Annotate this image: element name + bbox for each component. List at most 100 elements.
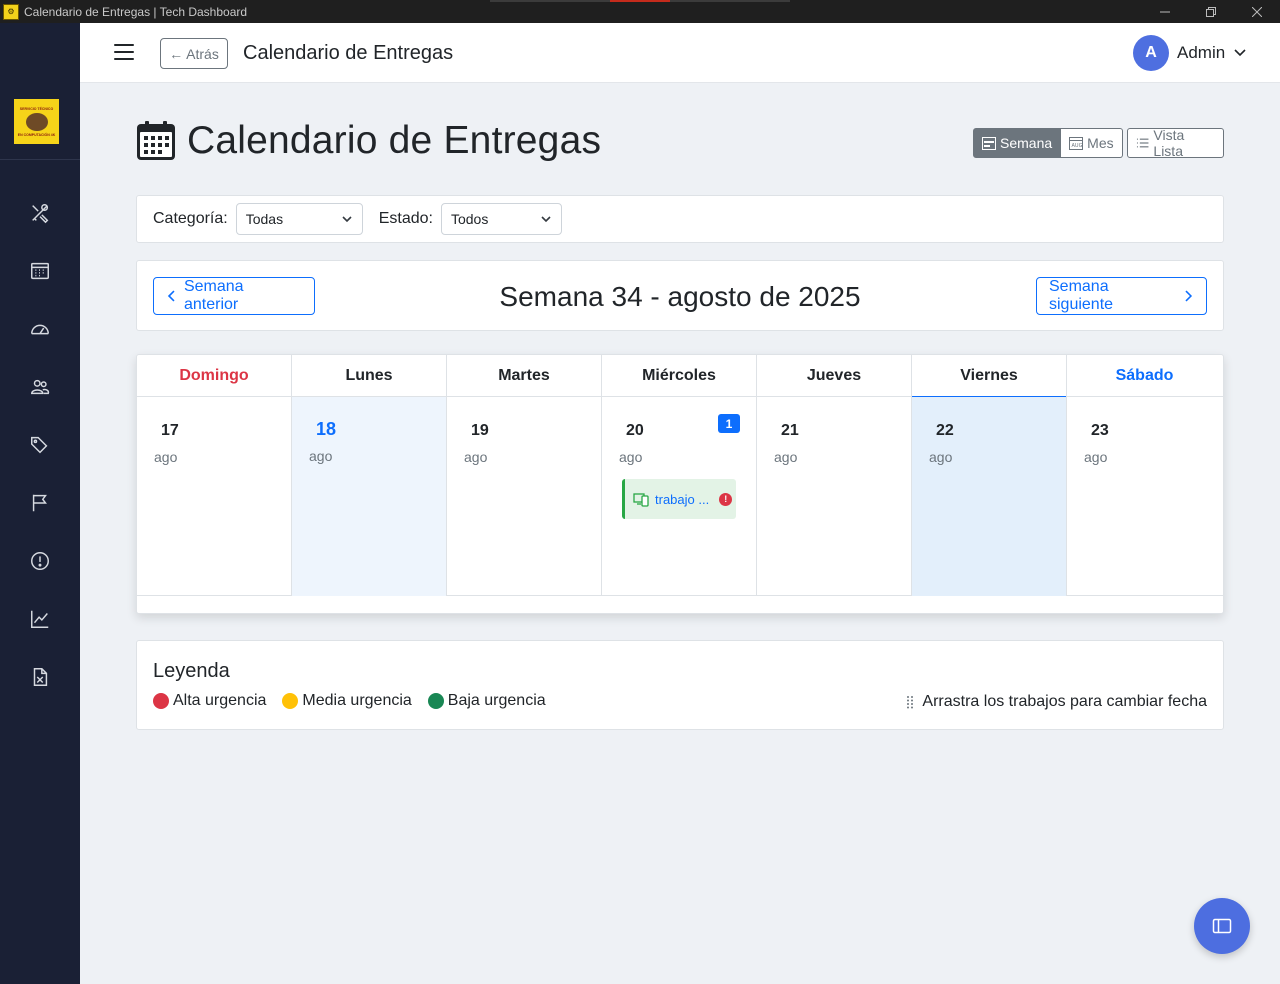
- brand-logo[interactable]: SERVICIO TÉCNICO EN COMPUTACIÓN 4K: [14, 99, 59, 144]
- window-titlebar: ⚙ Calendario de Entregas | Tech Dashboar…: [0, 0, 1280, 23]
- sidebar-item-status[interactable]: [20, 483, 60, 523]
- day-cell-saturday[interactable]: 23 ago: [1067, 397, 1222, 596]
- day-header-monday: Lunes: [292, 355, 447, 397]
- legend-title: Leyenda: [153, 660, 230, 682]
- calendar-week-icon: [982, 137, 996, 150]
- filters-card: Categoría: Todas Estado: Todos: [136, 195, 1224, 243]
- day-month: ago: [774, 449, 798, 465]
- header-title: Calendario de Entregas: [243, 42, 454, 64]
- sidebar-toggle-fab[interactable]: [1194, 898, 1250, 954]
- arrow-left-icon: ←: [169, 45, 184, 62]
- tools-icon: [32, 204, 49, 224]
- day-cell-sunday[interactable]: 17 ago: [137, 397, 292, 596]
- sidebar-item-tools[interactable]: [20, 193, 60, 233]
- job-event-title: trabajo ...: [655, 491, 710, 507]
- day-cell-friday[interactable]: 22 ago: [912, 397, 1067, 596]
- view-list-button[interactable]: Vista Lista: [1127, 127, 1224, 159]
- sidebar: SERVICIO TÉCNICO EN COMPUTACIÓN 4K: [0, 23, 80, 984]
- sidebar-item-calendar[interactable]: [20, 251, 60, 291]
- day-number: 18: [316, 419, 337, 439]
- view-month-button[interactable]: AUG Mes: [1061, 128, 1123, 158]
- list-icon: [1136, 138, 1149, 148]
- drag-hint: Arrastra los trabajos para cambiar fecha: [906, 693, 1207, 711]
- day-cell-tuesday[interactable]: 19 ago: [447, 397, 602, 596]
- day-number: 20: [626, 422, 644, 439]
- svg-text:AUG: AUG: [1072, 143, 1083, 149]
- category-label: Categoría:: [153, 210, 228, 227]
- day-month: ago: [464, 449, 488, 465]
- top-header: ← Atrás Calendario de Entregas A Admin: [80, 23, 1280, 83]
- chevron-down-icon: [342, 216, 352, 223]
- menu-toggle-button[interactable]: [114, 44, 134, 62]
- page-title-row: Calendario de Entregas: [136, 118, 601, 164]
- day-cell-wednesday[interactable]: 20 ago 1 trabajo ... !: [602, 397, 757, 596]
- tags-icon: [31, 436, 48, 454]
- view-week-button[interactable]: Semana: [973, 128, 1062, 158]
- day-header-wednesday: Miércoles: [602, 355, 757, 397]
- day-header-tuesday: Martes: [447, 355, 602, 397]
- day-number: 17: [161, 422, 179, 439]
- grip-vertical-icon: [907, 696, 914, 709]
- legend-card: Leyenda Alta urgencia Media urgencia Baj…: [136, 640, 1224, 730]
- day-number: 19: [471, 422, 489, 439]
- chevron-down-icon: [541, 216, 551, 223]
- urgency-dot-high: [153, 693, 169, 709]
- category-select[interactable]: Todas: [235, 203, 363, 235]
- page-title: Calendario de Entregas: [187, 119, 602, 162]
- day-month: ago: [619, 449, 643, 465]
- sidebar-item-categories[interactable]: [20, 425, 60, 465]
- day-header-friday: Viernes: [912, 355, 1067, 399]
- close-icon[interactable]: [1234, 0, 1280, 23]
- legend-item-low: Baja urgencia: [427, 692, 546, 710]
- status-select[interactable]: Todos: [440, 203, 562, 235]
- people-icon: [31, 379, 50, 395]
- minimize-icon[interactable]: [1142, 0, 1188, 23]
- day-month: ago: [929, 449, 953, 465]
- sidebar-item-dashboard[interactable]: [20, 309, 60, 349]
- urgency-dot-medium: [282, 693, 299, 709]
- chevron-right-icon: [1185, 290, 1193, 302]
- sidebar-item-alerts[interactable]: [20, 541, 60, 581]
- job-count-badge: 1: [718, 414, 740, 433]
- back-button[interactable]: ← Atrás: [160, 38, 228, 69]
- exclamation-circle-icon: [31, 552, 49, 570]
- legend-item-medium: Media urgencia: [282, 692, 412, 710]
- calendar-header-row: Domingo Lunes Martes Miércoles Jueves Vi…: [137, 355, 1223, 399]
- day-header-saturday: Sábado: [1115, 367, 1174, 384]
- urgency-dot-low: [427, 693, 444, 709]
- day-number: 23: [1091, 422, 1109, 439]
- day-cell-monday[interactable]: 18 ago: [292, 397, 447, 596]
- day-number: 21: [781, 422, 799, 439]
- calendar-icon: [137, 121, 175, 160]
- app-icon: ⚙: [3, 3, 19, 20]
- day-month: ago: [1084, 449, 1108, 465]
- sidebar-item-export[interactable]: [20, 657, 60, 697]
- avatar[interactable]: A: [1133, 35, 1169, 71]
- job-event-card[interactable]: trabajo ... !: [622, 479, 736, 519]
- legend-item-high: Alta urgencia: [153, 692, 266, 710]
- calendar-grid-icon: [31, 262, 49, 280]
- day-header-sunday: Domingo: [137, 355, 292, 397]
- sidebar-item-reports[interactable]: [20, 599, 60, 639]
- chevron-down-icon[interactable]: [1232, 44, 1248, 60]
- layout-sidebar-icon: [1212, 918, 1232, 934]
- restore-icon[interactable]: [1188, 0, 1234, 23]
- window-title: Calendario de Entregas | Tech Dashboard: [24, 4, 248, 19]
- devices-icon: [633, 493, 649, 507]
- day-month: ago: [154, 449, 178, 465]
- day-cell-thursday[interactable]: 21 ago: [757, 397, 912, 596]
- sidebar-divider: [0, 159, 80, 160]
- speedometer-icon: [31, 324, 49, 335]
- next-week-button[interactable]: Semana siguiente: [1036, 277, 1207, 315]
- file-excel-icon: [33, 668, 48, 686]
- user-name[interactable]: Admin: [1177, 43, 1225, 63]
- back-label: Atrás: [186, 45, 219, 62]
- day-header-thursday: Jueves: [757, 355, 912, 397]
- week-navigation-card: Semana anterior Semana 34 - agosto de 20…: [136, 260, 1224, 331]
- flag-icon: [32, 494, 47, 512]
- day-number: 22: [936, 422, 954, 439]
- day-month: ago: [309, 448, 333, 464]
- calendar-month-icon: AUG: [1069, 137, 1084, 150]
- graph-icon: [31, 610, 49, 628]
- sidebar-item-clients[interactable]: [20, 367, 60, 407]
